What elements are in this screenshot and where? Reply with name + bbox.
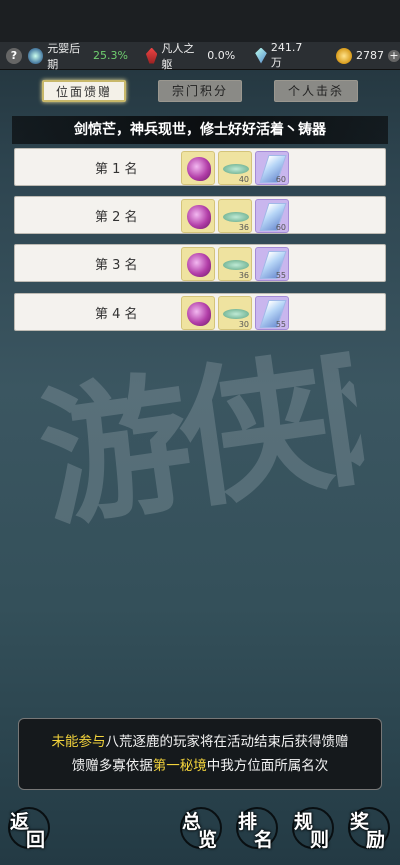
back-char-2: 回: [26, 829, 46, 851]
reward-plate[interactable]: 36: [218, 247, 252, 281]
reward-blade[interactable]: 60: [255, 199, 289, 233]
realm-orb-icon: [28, 47, 44, 64]
jade-plate-icon: [223, 164, 249, 174]
add-gold-icon[interactable]: +: [388, 49, 400, 62]
notice-text: 馈赠多寡依据: [71, 758, 153, 774]
realm-progress: 25.3%: [92, 49, 128, 62]
gold-count: 2787: [356, 49, 384, 62]
crystal-icon: [255, 47, 267, 64]
back-button[interactable]: 返 回: [6, 805, 52, 851]
flower-icon: [187, 205, 211, 229]
rules-button[interactable]: 规 则: [290, 805, 336, 851]
notice-highlight: 未能参与: [51, 734, 106, 750]
rank-button[interactable]: 排 名: [234, 805, 280, 851]
body-status[interactable]: 凡人之躯 0.0%: [145, 40, 236, 72]
reward-count: 60: [275, 175, 286, 184]
crystal-status[interactable]: 241.7万: [255, 41, 312, 70]
notice-line-1: 未能参与八荒逐鹿的玩家将在活动结束后获得馈赠: [19, 730, 381, 754]
reward-flower[interactable]: [181, 296, 215, 330]
reward-char-2: 励: [366, 829, 386, 851]
rules-char-2: 则: [310, 829, 330, 851]
reward-plate[interactable]: 40: [218, 151, 252, 185]
flower-icon: [187, 302, 211, 326]
notice-box: 未能参与八荒逐鹿的玩家将在活动结束后获得馈赠 馈赠多寡依据第一秘境中我方位面所属…: [18, 718, 382, 790]
jade-plate-icon: [223, 260, 249, 270]
rank-char-2: 名: [254, 829, 274, 851]
reward-button[interactable]: 奖 励: [346, 805, 392, 851]
body-progress: 0.0%: [207, 49, 236, 62]
reward-flower[interactable]: [181, 151, 215, 185]
reward-flower[interactable]: [181, 199, 215, 233]
body-icon: [145, 47, 158, 64]
rank-label: 第 1 名: [95, 162, 138, 177]
notice-line-2: 馈赠多寡依据第一秘境中我方位面所属名次: [19, 754, 381, 778]
reward-count: 36: [238, 223, 249, 232]
tab-sect-points[interactable]: 宗门积分: [158, 80, 242, 102]
notice-text: 八荒逐鹿的玩家将在活动结束后获得馈赠: [105, 734, 349, 750]
help-icon[interactable]: ?: [6, 47, 22, 64]
reward-count: 60: [275, 223, 286, 232]
status-bar: ? 元婴后期 25.3% 凡人之躯 0.0% 241.7万 2787 +: [0, 40, 400, 72]
reward-flower[interactable]: [181, 247, 215, 281]
overview-char-2: 览: [198, 829, 218, 851]
flower-icon: [187, 253, 211, 277]
overview-button[interactable]: 总 览: [178, 805, 224, 851]
rank-row-2: 第 2 名 36 60: [14, 196, 386, 234]
tab-bar: 位面馈赠 宗门积分 个人击杀: [0, 80, 400, 104]
notice-highlight: 第一秘境: [152, 758, 207, 774]
body-label: 凡人之躯: [161, 41, 195, 71]
tab-personal-kills[interactable]: 个人击杀: [274, 80, 358, 102]
reward-count: 36: [238, 271, 249, 280]
crystal-count: 241.7万: [270, 41, 303, 69]
jade-plate-icon: [223, 212, 249, 222]
scrolling-banner: 剑惊芒，神兵现世，修士好好活着丶铸器: [12, 116, 388, 144]
flower-icon: [187, 157, 211, 181]
rank-label: 第 3 名: [95, 258, 138, 273]
brush-watermark: 游侠网: [29, 316, 374, 550]
gold-status[interactable]: 2787 +: [336, 47, 400, 64]
reward-blade[interactable]: 60: [255, 151, 289, 185]
reward-count: 55: [275, 271, 286, 280]
tab-plane-gift[interactable]: 位面馈赠: [42, 80, 126, 102]
rank-label: 第 4 名: [95, 307, 138, 322]
notice-text: 中我方位面所属名次: [206, 758, 329, 774]
rank-row-1: 第 1 名 40 60: [14, 148, 386, 186]
rank-row-3: 第 3 名 36 55: [14, 244, 386, 282]
reward-blade[interactable]: 55: [255, 247, 289, 281]
reward-plate[interactable]: 36: [218, 199, 252, 233]
reward-count: 40: [238, 175, 249, 184]
realm-label: 元婴后期: [47, 41, 81, 71]
rank-label: 第 2 名: [95, 210, 138, 225]
realm-status[interactable]: 元婴后期 25.3%: [28, 40, 128, 72]
gold-coin-icon: [336, 47, 352, 64]
top-decorative-band: [0, 0, 400, 42]
jade-plate-icon: [223, 309, 249, 319]
